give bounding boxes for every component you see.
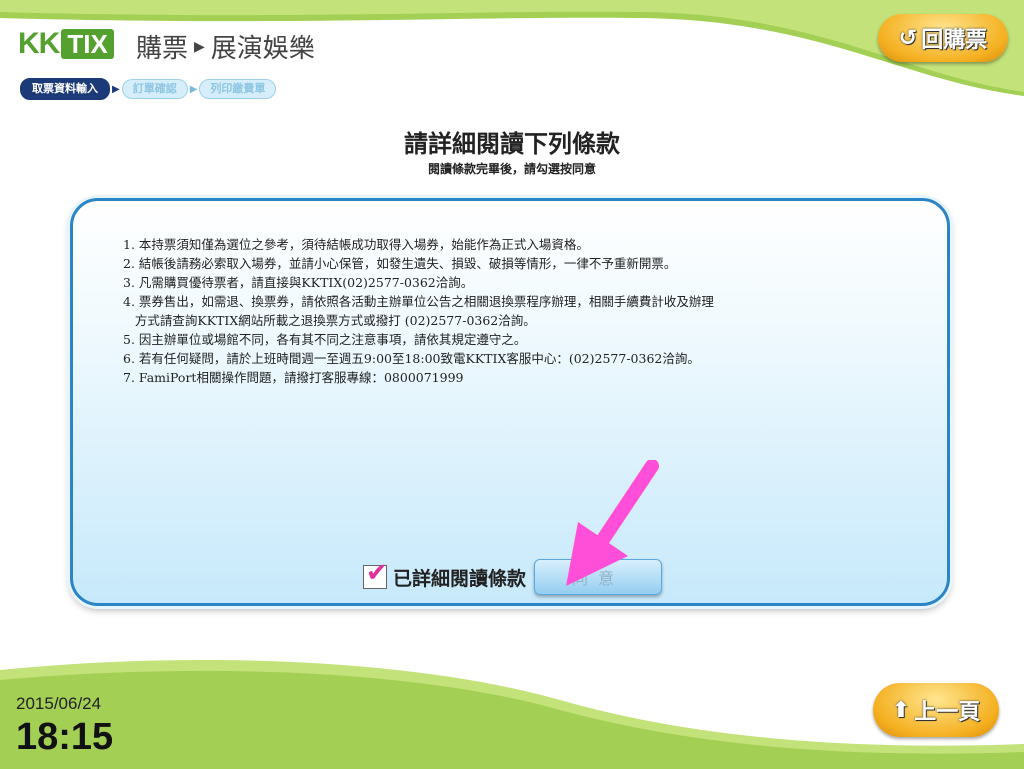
- breadcrumb-item-category: 展演娛樂: [210, 34, 315, 64]
- read-terms-checkbox[interactable]: ✔: [363, 558, 388, 589]
- previous-page-button[interactable]: ⬆ 上一頁: [873, 683, 999, 737]
- previous-page-label: 上一頁: [914, 700, 981, 725]
- terms-item: 7. FamiPort相關操作問題，請撥打客服專線：0800071999: [123, 370, 464, 385]
- up-arrow-icon: ⬆: [891, 697, 911, 723]
- terms-panel: 1. 本持票須知僅為選位之參考，須待結帳成功取得入場券，始能作為正式入場資格。 …: [70, 198, 950, 606]
- step-order-confirm: 訂單確認: [121, 79, 188, 99]
- return-icon: ↺: [898, 25, 918, 51]
- breadcrumb-arrow-icon: ▶: [194, 38, 205, 55]
- step-ticket-data-entry: 取票資料輸入: [20, 78, 110, 100]
- step-arrow-icon: ▶: [189, 83, 198, 95]
- current-date: 2015/06/24: [16, 694, 102, 713]
- breadcrumb-item-ticketing: 購票: [136, 34, 189, 64]
- page-title: 請詳細閱讀下列條款: [404, 130, 620, 158]
- terms-list: 1. 本持票須知僅為選位之參考，須待結帳成功取得入場券，始能作為正式入場資格。 …: [123, 235, 903, 387]
- terms-item: 2. 結帳後請務必索取入場券，並請小心保管，如發生遺失、損毀、破損等情形，一律不…: [123, 256, 677, 271]
- logo-tix-text: TIX: [61, 29, 114, 59]
- kktix-logo: KK TIX: [18, 27, 114, 60]
- back-to-purchase-label: 回購票: [921, 28, 988, 53]
- step-arrow-icon: ▶: [112, 83, 120, 95]
- checkmark-icon: ✔: [366, 558, 388, 588]
- back-to-purchase-button[interactable]: ↺ 回購票: [878, 14, 1008, 62]
- step-print-payment-slip: 列印繳費單: [199, 79, 277, 99]
- terms-item: 4. 票券售出，如需退、換票券，請依照各活動主辦單位公告之相關退換票程序辦理，相…: [123, 294, 714, 328]
- terms-item: 1. 本持票須知僅為選位之參考，須待結帳成功取得入場券，始能作為正式入場資格。: [123, 237, 589, 252]
- breadcrumb: 購票 ▶ 展演娛樂: [136, 28, 315, 65]
- pointer-arrow-icon: [566, 460, 659, 586]
- current-time: 18:15: [16, 716, 114, 758]
- progress-steps: 取票資料輸入 ▶ 訂單確認 ▶ 列印繳費單: [20, 78, 277, 100]
- terms-item: 3. 凡需購買優待票者，請直接與KKTIX(02)2577-0362洽詢。: [123, 275, 474, 290]
- terms-item: 6. 若有任何疑問，請於上班時間週一至週五9:00至18:00致電KKTIX客服…: [123, 351, 700, 366]
- terms-item: 5. 因主辦單位或場館不同，各有其不同之注意事項，請依其規定遵守之。: [123, 332, 527, 347]
- page-subtitle: 閱讀條款完畢後，請勾選按同意: [427, 162, 596, 176]
- read-terms-label[interactable]: 已詳細閱讀條款: [393, 564, 526, 591]
- footer-wave-decoration: [0, 660, 1024, 769]
- logo-kk-text: KK: [18, 27, 60, 60]
